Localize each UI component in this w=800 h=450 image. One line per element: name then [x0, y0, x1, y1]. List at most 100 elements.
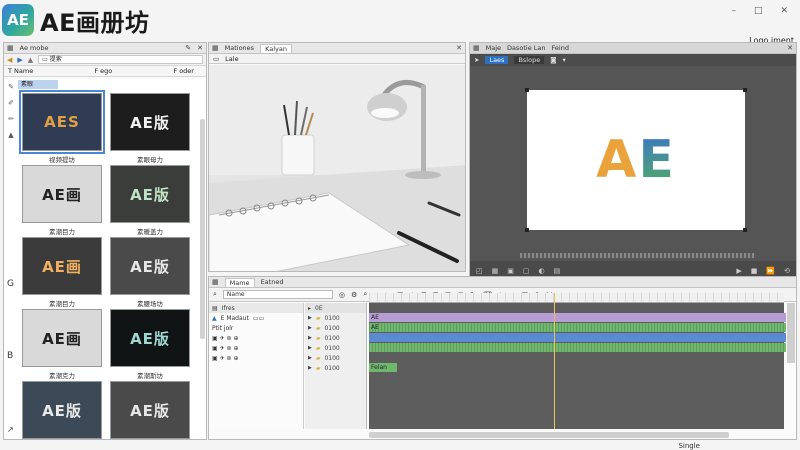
- layer-props-1[interactable]: ▣ ✈ ⊚ ⊕: [209, 333, 303, 343]
- timeline-clip[interactable]: [369, 343, 786, 352]
- timeline-vscroll[interactable]: [787, 303, 795, 363]
- comp-tool-active[interactable]: Laes: [485, 56, 509, 64]
- reset-icon[interactable]: ⟲: [784, 267, 790, 275]
- timeline-clip[interactable]: AE: [369, 313, 786, 322]
- resolution-icon[interactable]: ▤: [554, 267, 561, 275]
- column-name[interactable]: T Name: [8, 67, 33, 75]
- timeline-tracks[interactable]: AE AE Felan: [369, 303, 786, 429]
- comp-menu-icon[interactable]: ▦: [473, 44, 480, 52]
- layer-search-input[interactable]: Name: [222, 290, 333, 299]
- comp-close-icon[interactable]: ✕: [787, 44, 793, 52]
- pointer-icon[interactable]: ➤: [474, 56, 479, 64]
- play-layer-icon[interactable]: ▶: [308, 355, 312, 361]
- canvas-handle-tr[interactable]: [743, 88, 747, 92]
- column-folder[interactable]: F oder: [173, 67, 194, 75]
- forward-arrow-icon[interactable]: ▶: [17, 56, 22, 64]
- library-thumbnail[interactable]: AE画: [22, 165, 102, 223]
- expand-arrow-icon[interactable]: ↗: [7, 425, 14, 434]
- viewer-menu-icon[interactable]: ▦: [212, 44, 219, 52]
- viewer-tab-1[interactable]: Mationes: [225, 44, 254, 52]
- channel-icon[interactable]: ◐: [539, 267, 545, 275]
- search-icon[interactable]: ⌕: [213, 290, 217, 299]
- library-search-input[interactable]: ▭ 提索: [38, 55, 203, 64]
- layer-props-3[interactable]: ▣ ✈ ⊚ ⊕: [209, 353, 303, 363]
- pen-tool-icon[interactable]: ✎: [8, 83, 14, 91]
- library-thumbnail[interactable]: AE版: [22, 381, 102, 439]
- maximize-button[interactable]: □: [754, 6, 763, 16]
- layer-col-row[interactable]: ▶ ▰ 0100: [305, 343, 366, 353]
- canvas-handle-tl[interactable]: [525, 88, 529, 92]
- snapshot-icon[interactable]: ◰: [476, 267, 483, 275]
- play-icon[interactable]: ▶: [736, 267, 741, 275]
- layer-col-row[interactable]: ▶ ▰ 0100: [305, 353, 366, 363]
- back-arrow-icon[interactable]: ◀: [7, 56, 12, 64]
- comp-tab-3[interactable]: Feind: [552, 44, 569, 52]
- play-layer-icon[interactable]: ▶: [308, 335, 312, 341]
- play-layer-icon[interactable]: ▶: [308, 345, 312, 351]
- library-group-header[interactable]: 素眼: [18, 80, 58, 89]
- layer-col-row[interactable]: ▶ ▰ 0100: [305, 363, 366, 373]
- timeline-clip[interactable]: AE: [369, 323, 786, 332]
- timeline-hscroll[interactable]: [369, 432, 729, 438]
- viewer-tab-2[interactable]: Kalyan: [260, 43, 292, 53]
- timeline-ruler[interactable]: [369, 293, 784, 303]
- viewer-subtab[interactable]: Lale: [225, 55, 238, 63]
- pencil-tool-icon[interactable]: ✏: [8, 115, 14, 123]
- layer-group[interactable]: ▲ E Madaut ▭▭: [209, 313, 303, 323]
- layer-col-row[interactable]: ▶ ▰ 0100: [305, 323, 366, 333]
- library-thumbnail[interactable]: AE画: [22, 309, 102, 367]
- library-thumbnail[interactable]: AE版: [110, 165, 190, 223]
- up-arrow-icon[interactable]: ▲: [28, 56, 33, 64]
- timeline-tab-2[interactable]: Eatned: [261, 278, 284, 286]
- gear-icon[interactable]: ⚙: [351, 291, 357, 299]
- composition-canvas[interactable]: AE: [525, 88, 747, 232]
- mask-icon[interactable]: ▣: [507, 267, 514, 275]
- layer-col-row[interactable]: ▶ ▰ 0100: [305, 313, 366, 323]
- fast-forward-icon[interactable]: ⏩: [766, 267, 775, 275]
- close-button[interactable]: ✕: [780, 6, 788, 16]
- layer-sub[interactable]: Ptit jolr: [209, 323, 303, 333]
- library-thumbnail[interactable]: AE版: [110, 381, 190, 439]
- comp-tab-1[interactable]: Maje: [486, 44, 501, 52]
- comp-tool-second[interactable]: Bslope: [514, 56, 545, 64]
- brush-tool-icon[interactable]: ✐: [8, 99, 14, 107]
- timeline-menu-icon[interactable]: ▦: [212, 278, 219, 286]
- library-scrollbar[interactable]: [200, 119, 205, 339]
- comp-scrubber[interactable]: [520, 253, 756, 258]
- library-thumbnail[interactable]: AE版: [110, 237, 190, 295]
- play-layer-icon[interactable]: ▶: [308, 365, 312, 371]
- minimize-button[interactable]: –: [731, 6, 736, 16]
- camera-icon[interactable]: ◙: [550, 56, 556, 64]
- flag-tool-icon[interactable]: ▲: [8, 131, 13, 139]
- timeline-clip[interactable]: [369, 333, 786, 342]
- layer-props-2[interactable]: ▣ ✈ ⊚ ⊕: [209, 343, 303, 353]
- viewer-close-icon[interactable]: ✕: [456, 44, 462, 52]
- canvas-handle-bl[interactable]: [525, 228, 529, 232]
- column-logo[interactable]: F ego: [94, 67, 112, 75]
- expand-chevron-icon[interactable]: ▸: [308, 305, 311, 312]
- library-tab[interactable]: Ae mobe: [20, 44, 49, 52]
- library-thumbnail[interactable]: AES: [19, 90, 105, 154]
- comp-tab-2[interactable]: Dasotie Lan: [507, 44, 546, 52]
- library-thumbnail[interactable]: AE画: [22, 237, 102, 295]
- panel-menu-icon[interactable]: ▦: [7, 44, 14, 52]
- playhead[interactable]: [554, 293, 555, 429]
- record-icon[interactable]: ◎: [339, 291, 345, 299]
- layer-col-row[interactable]: ▶ ▰ 0100: [305, 333, 366, 343]
- pin-icon[interactable]: ✎: [185, 44, 191, 52]
- play-layer-icon[interactable]: ▶: [308, 315, 312, 321]
- layer-triangle-icon[interactable]: ▲: [212, 315, 217, 322]
- grid-icon[interactable]: ▦: [492, 267, 499, 275]
- timeline-clip[interactable]: Felan: [369, 363, 397, 372]
- layer-switch-icon[interactable]: ▭▭: [253, 315, 264, 322]
- region-icon[interactable]: ▢: [523, 267, 530, 275]
- library-thumbnail[interactable]: AE版: [110, 309, 190, 367]
- play-layer-icon[interactable]: ▶: [308, 325, 312, 331]
- stop-icon[interactable]: ■: [751, 267, 758, 275]
- canvas-handle-br[interactable]: [743, 228, 747, 232]
- magnify-icon[interactable]: ⌕: [363, 290, 367, 299]
- dropdown-icon[interactable]: ▾: [563, 56, 566, 64]
- library-thumbnail[interactable]: AE版: [110, 93, 190, 151]
- panel-close-icon[interactable]: ✕: [197, 44, 203, 52]
- timeline-tab-1[interactable]: Mame: [224, 277, 255, 287]
